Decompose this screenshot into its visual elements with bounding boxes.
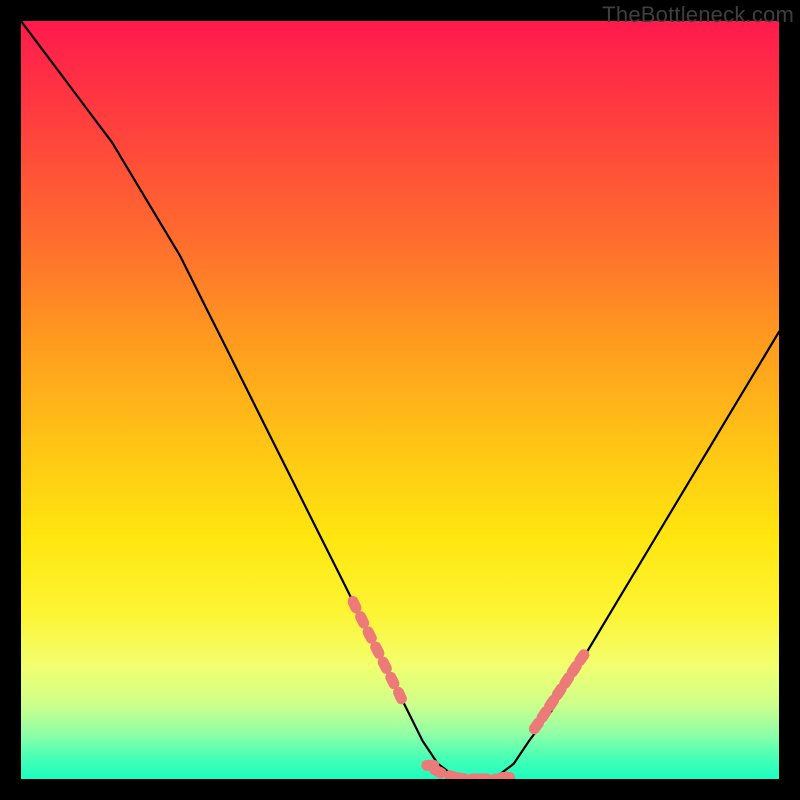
curve-marker [497,772,515,779]
watermark-text: TheBottleneck.com [602,2,794,28]
marker-group [346,594,592,779]
bottleneck-curve-path [21,21,779,779]
bottleneck-curve-svg [21,21,779,779]
chart-frame [21,21,779,779]
plot-area [21,21,779,779]
